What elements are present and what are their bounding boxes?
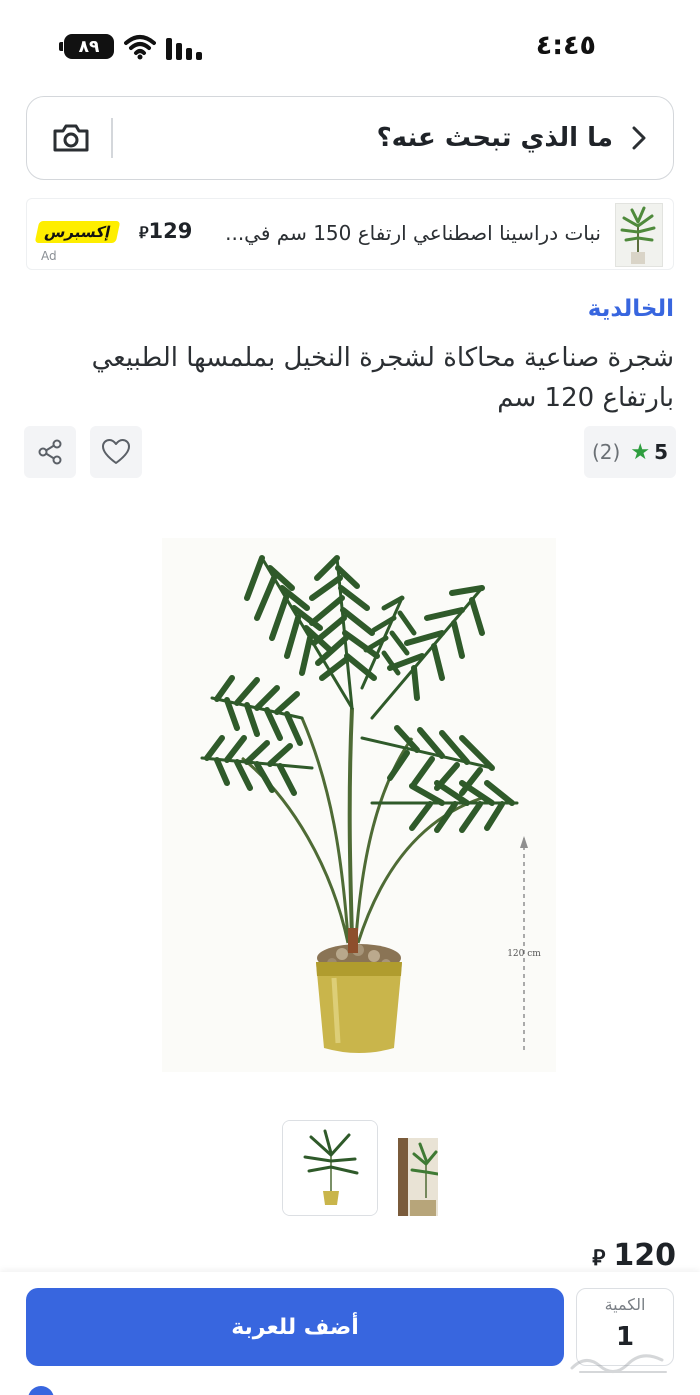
search-bar[interactable]: ما الذي تبحث عنه؟ bbox=[26, 96, 674, 180]
thumbnail-1[interactable] bbox=[282, 1120, 378, 1216]
share-button[interactable] bbox=[24, 426, 76, 478]
product-title: شجرة صناعية محاكاة لشجرة النخيل بملمسها … bbox=[91, 343, 674, 413]
wishlist-button[interactable] bbox=[90, 426, 142, 478]
rating-summary[interactable]: (2) ★ 5 bbox=[584, 426, 676, 478]
search-input[interactable]: ما الذي تبحث عنه؟ bbox=[133, 123, 613, 153]
product-price-value: 120 bbox=[613, 1238, 676, 1273]
quantity-label: الكمية bbox=[604, 1295, 646, 1314]
star-icon: ★ bbox=[630, 439, 651, 465]
ad-label: Ad bbox=[41, 249, 57, 263]
status-time: ٤:٤٥ bbox=[535, 30, 596, 61]
wifi-icon bbox=[124, 35, 156, 60]
seller-link[interactable]: الخالدية bbox=[588, 296, 674, 322]
product-price: ⃁ 120 bbox=[592, 1238, 676, 1273]
haraj-watermark-logo bbox=[570, 1354, 667, 1373]
thumbnail-2[interactable] bbox=[398, 1138, 438, 1216]
ad-product-thumbnail bbox=[615, 203, 663, 267]
riyal-icon: ⃁ bbox=[139, 223, 149, 242]
rating-count: (2) bbox=[592, 440, 621, 464]
product-main-image[interactable]: 120 cm bbox=[162, 538, 556, 1072]
quantity-value: 1 bbox=[615, 1322, 635, 1352]
ad-price: ⃁129 bbox=[133, 219, 192, 243]
dimension-label: 120 cm bbox=[507, 949, 541, 959]
heart-icon bbox=[102, 439, 130, 464]
rating-score: 5 bbox=[654, 440, 668, 464]
search-divider bbox=[111, 118, 113, 158]
camera-icon[interactable] bbox=[51, 122, 91, 154]
battery-icon: ٨٩ bbox=[59, 34, 114, 59]
bottom-action-bar: أضف للعربة الكمية 1 bbox=[0, 1272, 700, 1382]
ad-price-value: 129 bbox=[148, 219, 193, 243]
palm-tree-image: 120 cm bbox=[162, 538, 556, 1072]
nav-home-icon[interactable] bbox=[28, 1386, 54, 1395]
add-to-cart-button[interactable]: أضف للعربة bbox=[26, 1288, 564, 1366]
battery-level: ٨٩ bbox=[78, 36, 100, 57]
chevron-right-icon[interactable] bbox=[629, 123, 649, 153]
share-icon bbox=[38, 439, 62, 465]
bottom-navigation bbox=[0, 1382, 700, 1395]
image-thumbnails bbox=[282, 1120, 438, 1218]
status-bar: ٨٩ ٤:٤٥ bbox=[0, 0, 700, 90]
express-badge: إكسبرس bbox=[34, 221, 121, 243]
ad-title: نبات دراسينا اصطناعي ارتفاع 150 سم في... bbox=[225, 221, 601, 245]
sponsored-ad-banner[interactable]: نبات دراسينا اصطناعي ارتفاع 150 سم في...… bbox=[26, 198, 674, 270]
riyal-icon: ⃁ bbox=[592, 1246, 606, 1271]
cellular-signal-icon bbox=[166, 34, 204, 60]
